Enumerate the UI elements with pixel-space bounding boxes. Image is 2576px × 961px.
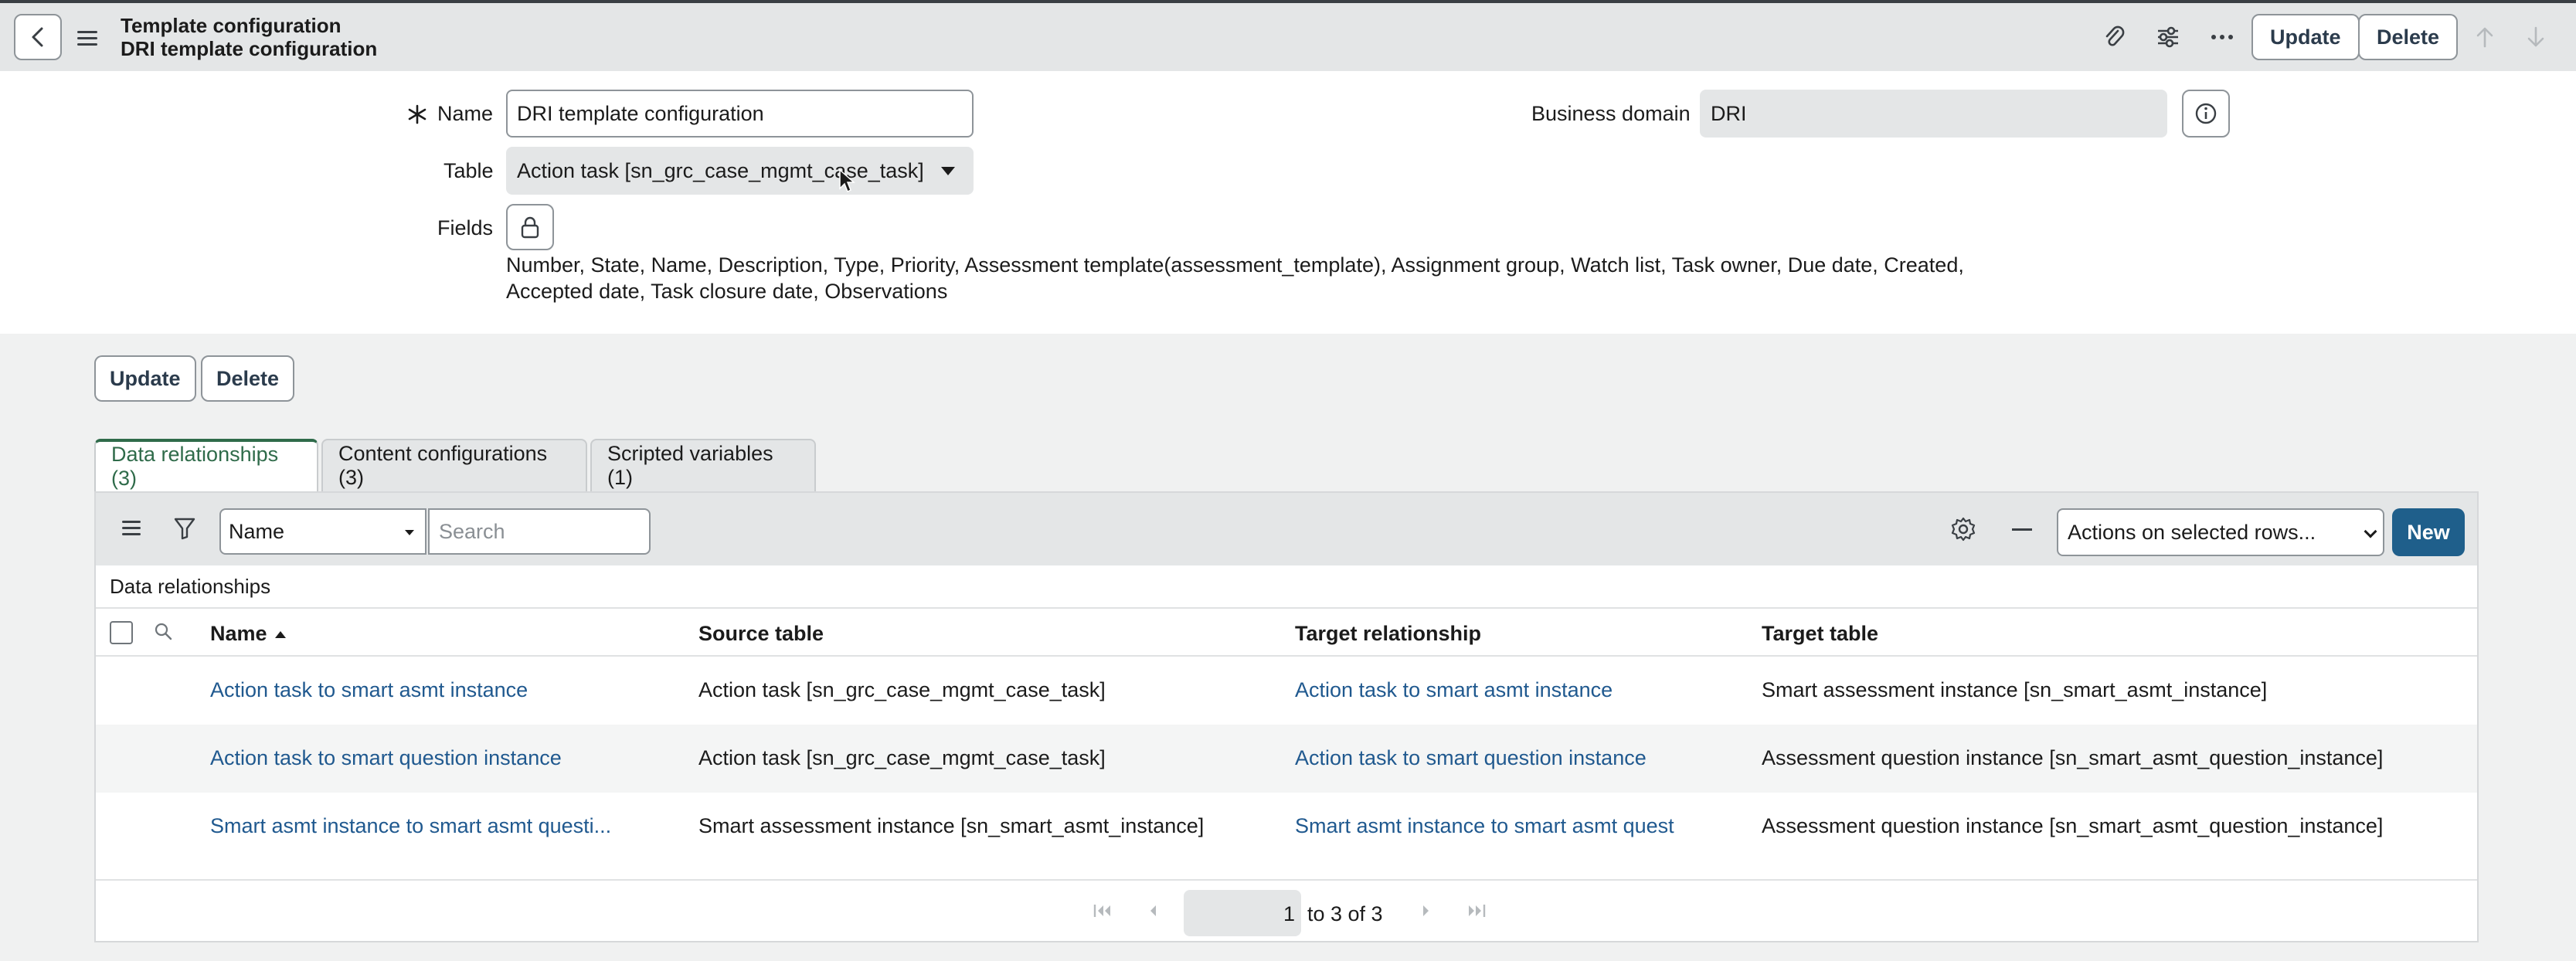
table-header: Name Source table Target relationship Ta… (96, 607, 2477, 657)
table-row: Smart asmt instance to smart asmt questi… (96, 793, 2477, 861)
list-caption: Data relationships (110, 575, 271, 598)
table-select[interactable]: Action task [sn_grc_case_mgmt_case_task] (506, 147, 974, 195)
name-label: Name (437, 102, 494, 125)
lock-icon (521, 216, 539, 239)
info-button[interactable] (2182, 90, 2230, 138)
actions-on-selected-rows-select[interactable]: Actions on selected rows... (2057, 508, 2384, 556)
hamburger-menu-icon[interactable] (77, 25, 104, 51)
row-name-link[interactable]: Smart asmt instance to smart asmt questi… (210, 814, 611, 838)
chevron-left-icon (32, 27, 43, 47)
form-header: Template configuration DRI template conf… (0, 0, 2576, 71)
row-source-table: Action task [sn_grc_case_mgmt_case_task] (698, 746, 1106, 769)
gear-icon[interactable] (1950, 516, 1976, 542)
select-all-checkbox[interactable] (110, 621, 133, 644)
page-number-input[interactable]: 1 (1184, 890, 1301, 936)
previous-page-icon[interactable] (1147, 902, 1159, 919)
search-input[interactable] (428, 508, 651, 555)
column-header-target-table[interactable]: Target table (1762, 622, 1878, 646)
collapse-icon[interactable] (2012, 528, 2032, 531)
chevron-down-icon (2364, 525, 2377, 538)
search-field-value: Name (229, 519, 285, 543)
business-domain-label: Business domain (1531, 102, 1691, 125)
arrow-down-icon[interactable] (2520, 22, 2551, 53)
last-page-icon[interactable] (1466, 902, 1487, 919)
table-row: Action task to smart asmt instance Actio… (96, 657, 2477, 725)
row-target-relationship-link[interactable]: Action task to smart question instance (1295, 746, 1647, 770)
fields-label: Fields (437, 216, 494, 239)
back-button[interactable] (14, 14, 62, 60)
arrow-up-icon[interactable] (2469, 22, 2500, 53)
fields-list-text: Number, State, Name, Description, Type, … (506, 253, 1964, 303)
tab-data-relationships[interactable]: Data relationships (3) (94, 439, 318, 491)
related-list-panel: Name Actions on selected rows... New Dat… (94, 491, 2479, 942)
table-row: Action task to smart question instance A… (96, 725, 2477, 793)
caret-down-icon (941, 167, 955, 175)
row-name-link[interactable]: Action task to smart asmt instance (210, 678, 528, 702)
header-title: Template configuration (121, 14, 342, 37)
row-source-table: Action task [sn_grc_case_mgmt_case_task] (698, 678, 1106, 701)
header-delete-button[interactable]: Delete (2358, 14, 2459, 60)
row-target-relationship-link[interactable]: Smart asmt instance to smart asmt quest (1295, 814, 1674, 838)
name-input[interactable] (506, 90, 974, 138)
header-subtitle: DRI template configuration (121, 37, 378, 60)
record-form: Name Table Action task [sn_grc_case_mgmt… (0, 71, 2576, 334)
business-domain-field[interactable]: DRI (1700, 90, 2167, 138)
sort-ascending-icon (274, 631, 286, 639)
business-domain-value: DRI (1711, 101, 1747, 125)
row-target-table: Assessment question instance [sn_smart_a… (1762, 746, 2384, 769)
settings-sliders-icon[interactable] (2153, 22, 2183, 53)
new-button[interactable]: New (2392, 508, 2465, 556)
info-icon (2195, 103, 2217, 124)
more-options-icon[interactable] (2207, 22, 2238, 53)
tab-content-configurations[interactable]: Content configurations (3) (321, 439, 587, 491)
mouse-cursor-icon (839, 168, 855, 193)
column-header-target-relationship[interactable]: Target relationship (1295, 622, 1481, 646)
search-icon[interactable] (153, 621, 175, 643)
header-titles: Template configuration DRI template conf… (121, 14, 377, 60)
actions-select-value: Actions on selected rows... (2068, 520, 2316, 544)
search-field-select[interactable]: Name (219, 508, 427, 555)
filter-icon[interactable] (173, 516, 196, 541)
first-page-icon[interactable] (1093, 902, 1113, 919)
list-menu-icon[interactable] (122, 521, 142, 535)
row-target-relationship-link[interactable]: Action task to smart asmt instance (1295, 678, 1613, 702)
delete-button[interactable]: Delete (201, 355, 295, 402)
header-update-button[interactable]: Update (2251, 14, 2360, 60)
row-name-link[interactable]: Action task to smart question instance (210, 746, 562, 770)
column-header-source-table[interactable]: Source table (698, 622, 824, 646)
fields-lock-button[interactable] (506, 204, 554, 250)
paperclip-icon[interactable] (2099, 22, 2129, 53)
tab-scripted-variables[interactable]: Scripted variables (1) (590, 439, 816, 491)
list-toolbar: Name Actions on selected rows... New (96, 493, 2477, 565)
table-select-value: Action task [sn_grc_case_mgmt_case_task] (517, 158, 924, 182)
required-asterisk-icon (407, 99, 427, 131)
row-source-table: Smart assessment instance [sn_smart_asmt… (698, 814, 1205, 837)
table-label: Table (443, 159, 494, 182)
pagination: 1 to 3 of 3 (96, 879, 2477, 941)
update-button[interactable]: Update (94, 355, 196, 402)
row-target-table: Assessment question instance [sn_smart_a… (1762, 814, 2384, 837)
next-page-icon[interactable] (1420, 902, 1432, 919)
caret-down-icon (405, 530, 414, 535)
page-range-text: to 3 of 3 (1307, 902, 1383, 925)
row-target-table: Smart assessment instance [sn_smart_asmt… (1762, 678, 2268, 701)
column-header-name[interactable]: Name (210, 622, 286, 646)
